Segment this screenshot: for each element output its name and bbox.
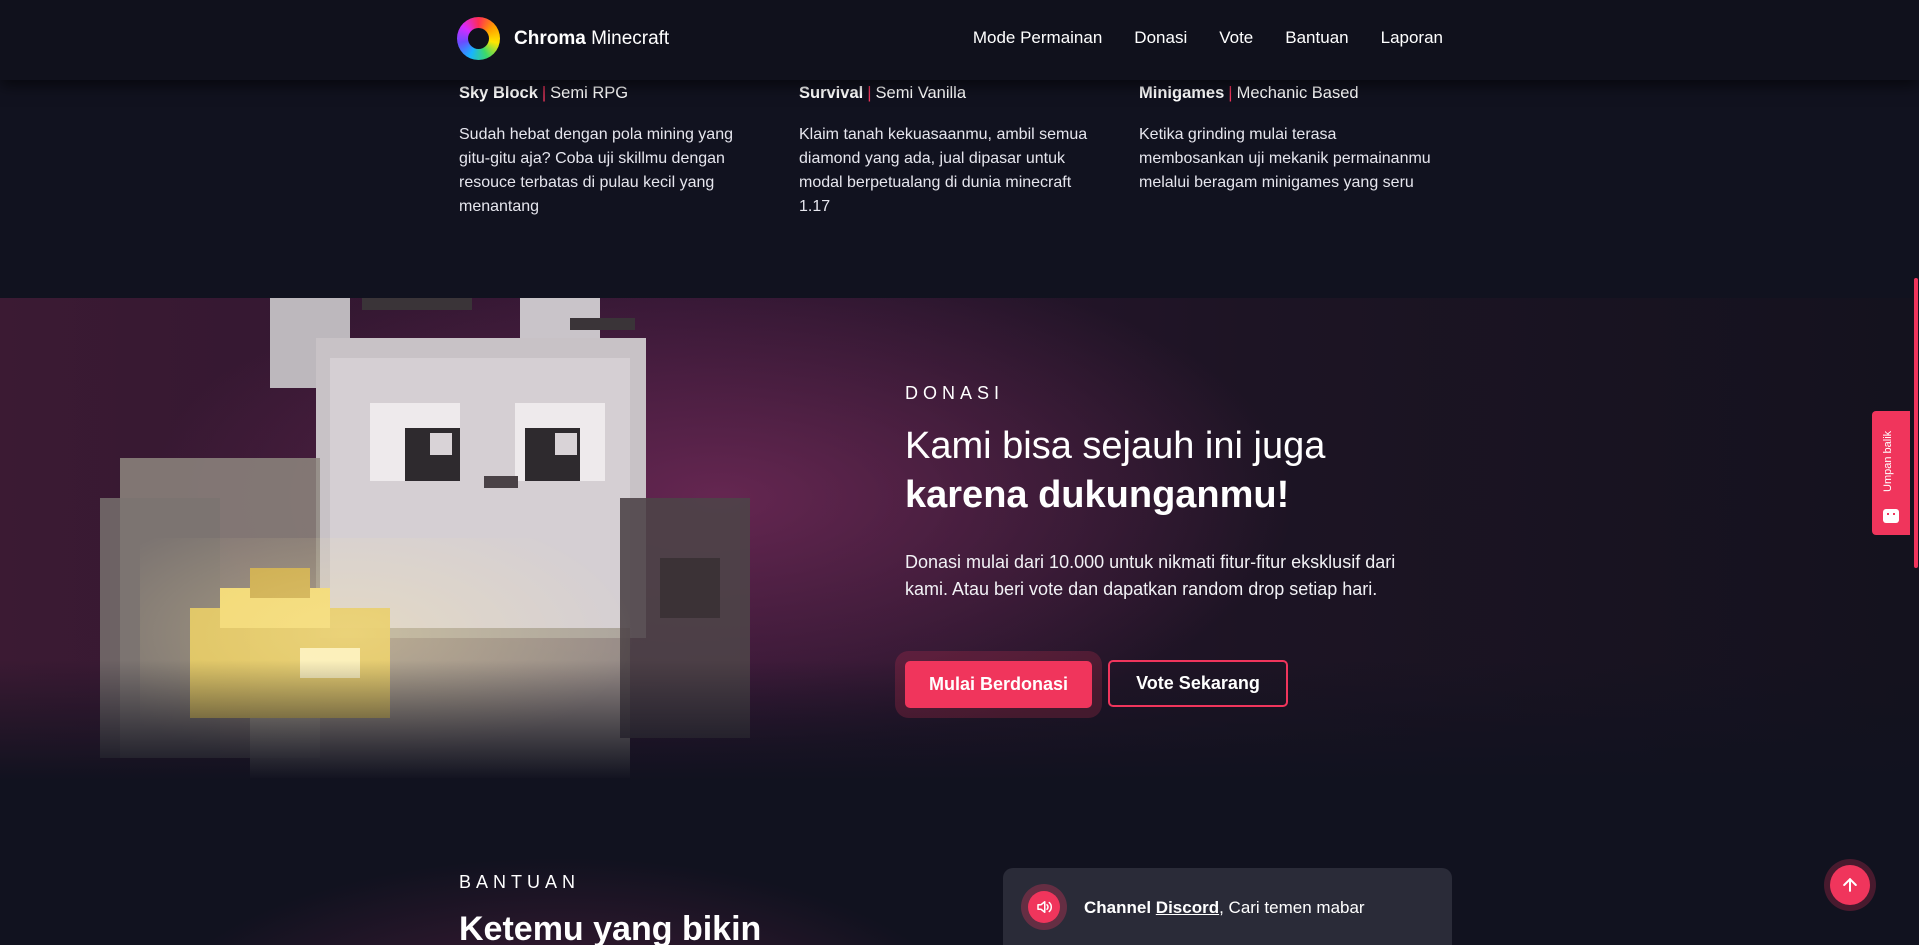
mode-name: Minigames [1139,84,1225,102]
vote-sekarang-button[interactable]: Vote Sekarang [1108,660,1288,707]
mode-title: Sky Block | Semi RPG [459,84,799,106]
discord-link[interactable]: Discord [1156,898,1219,917]
brand[interactable]: Chroma Minecraft [457,17,669,60]
mode-minigames: Minigames | Mechanic Based Ketika grinding… [1139,84,1479,219]
nav-item-donasi[interactable]: Donasi [1134,28,1187,48]
mode-tag: Mechanic Based [1236,84,1359,102]
discord-card-prefix: Channel [1084,898,1152,917]
nav-links: Mode Permainan Donasi Vote Bantuan Lapor… [973,28,1443,48]
mode-separator: | [541,84,547,102]
speaker-icon [1028,891,1060,923]
chat-face-icon [1883,509,1899,523]
mode-description: Ketika grinding mulai terasa membosankan… [1139,126,1431,191]
discord-card-suffix: , Cari temen mabar [1219,898,1365,917]
mode-name: Survival [799,84,864,102]
feedback-tab[interactable]: Umpan balik [1872,411,1910,535]
hero-title-line2: karena dukunganmu! [905,474,1290,516]
back-to-top-button[interactable] [1824,859,1876,911]
brand-name: Chroma Minecraft [514,28,669,50]
discord-card[interactable]: Channel Discord, Cari temen mabar [1003,868,1452,945]
discord-card-text: Channel Discord, Cari temen mabar [1084,898,1365,918]
mode-separator: | [867,84,872,102]
section-label-bantuan: BANTUAN [459,872,581,892]
bantuan-title: Ketemu yang bikin [459,910,762,945]
bantuan-background [0,780,1919,945]
game-modes: Sky Block | Semi RPG Sudah hebat dengan po… [459,84,1479,219]
mode-description: Klaim tanah kekuasaanmu, ambil semua dia… [799,126,1088,215]
mulai-berdonasi-button[interactable]: Mulai Berdonasi [905,661,1092,708]
mode-skyblock: Sky Block | Semi RPG Sudah hebat dengan po… [459,84,799,219]
navbar: Chroma Minecraft Mode Permainan Donasi V… [0,0,1919,80]
feedback-label: Umpan balik [1882,430,1894,492]
chroma-logo-icon [457,17,500,60]
mode-title: Survival | Semi Vanilla [799,84,1139,106]
arrow-up-icon [1830,865,1870,905]
section-label-donasi: DONASI [905,383,1005,403]
hero-title: Kami bisa sejauh ini juga karena dukunga… [905,422,1325,520]
mode-title: Minigames | Mechanic Based [1139,84,1479,106]
mode-tag: Semi RPG [550,84,629,102]
brand-name-rest: Minecraft [591,27,670,49]
mode-description: Sudah hebat dengan pola mining yang gitu… [459,126,733,215]
mode-name: Sky Block [459,84,538,102]
hero-title-line1: Kami bisa sejauh ini juga [905,425,1326,467]
mode-separator: | [1228,84,1233,102]
nav-item-laporan[interactable]: Laporan [1381,28,1443,48]
hero-description: Donasi mulai dari 10.000 untuk nikmati f… [905,552,1396,599]
mode-survival: Survival | Semi Vanilla Klaim tanah kekuas… [799,84,1139,219]
scrollbar-thumb[interactable] [1914,278,1918,568]
brand-name-bold: Chroma [514,27,586,49]
nav-item-mode-permainan[interactable]: Mode Permainan [973,28,1102,48]
mode-tag: Semi Vanilla [875,84,966,102]
speaker-icon-wrap [1021,884,1067,930]
nav-item-bantuan[interactable]: Bantuan [1285,28,1348,48]
nav-item-vote[interactable]: Vote [1219,28,1253,48]
